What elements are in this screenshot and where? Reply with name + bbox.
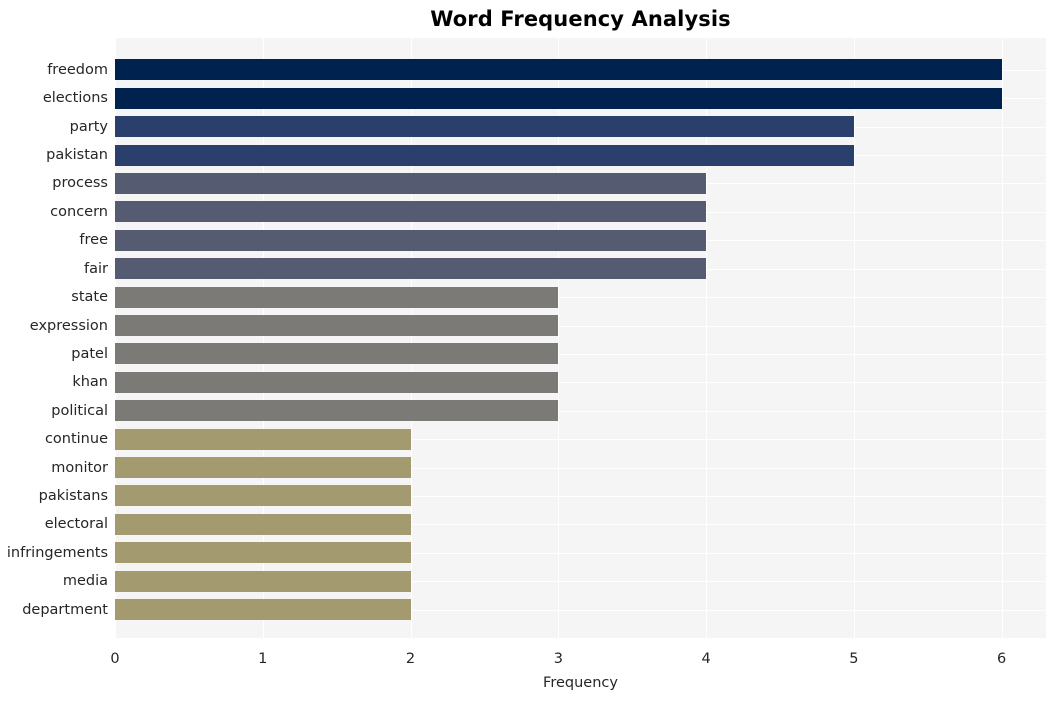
- y-tick-label-party: party: [69, 119, 108, 135]
- x-tick-label-1: 1: [258, 651, 268, 667]
- bar-khan[interactable]: [115, 372, 558, 393]
- bar-freedom[interactable]: [115, 59, 1002, 80]
- x-gridline: [1001, 38, 1003, 638]
- y-tick-label-infringements: infringements: [6, 545, 108, 561]
- bar-process[interactable]: [115, 173, 706, 194]
- y-tick-label-concern: concern: [50, 204, 108, 220]
- chart-title: Word Frequency Analysis: [430, 7, 731, 31]
- plot-area: [115, 38, 1046, 638]
- x-tick-label-6: 6: [997, 651, 1007, 667]
- y-tick-label-media: media: [62, 573, 108, 589]
- bar-concern[interactable]: [115, 201, 706, 222]
- y-axis: freedom elections party pakistan process conc…: [0, 38, 108, 638]
- y-tick-label-political: political: [51, 403, 108, 419]
- bar-expression[interactable]: [115, 315, 558, 336]
- bar-pakistans[interactable]: [115, 485, 411, 506]
- y-tick-label-free: free: [79, 232, 108, 248]
- y-tick-label-monitor: monitor: [51, 460, 108, 476]
- y-tick-label-patel: patel: [71, 346, 108, 362]
- x-tick-label-2: 2: [405, 651, 416, 667]
- y-tick-label-state: state: [71, 289, 108, 305]
- bar-political[interactable]: [115, 400, 558, 421]
- bar-pakistan[interactable]: [115, 145, 854, 166]
- y-tick-label-freedom: freedom: [47, 62, 108, 78]
- bar-patel[interactable]: [115, 343, 558, 364]
- y-tick-label-pakistan: pakistan: [46, 147, 108, 163]
- bar-continue[interactable]: [115, 429, 411, 450]
- y-tick-label-elections: elections: [42, 90, 108, 106]
- x-tick-label-3: 3: [553, 651, 563, 667]
- chart-figure: Word Frequency Analysis freedom elections…: [0, 0, 1054, 701]
- y-tick-label-electoral: electoral: [44, 516, 108, 532]
- bar-monitor[interactable]: [115, 457, 411, 478]
- y-tick-label-khan: khan: [72, 374, 108, 390]
- bar-free[interactable]: [115, 230, 706, 251]
- x-tick-label-0: 0: [110, 651, 120, 667]
- x-tick-label-5: 5: [849, 651, 859, 667]
- y-tick-label-continue: continue: [44, 431, 108, 447]
- x-tick-label-4: 4: [701, 651, 711, 667]
- x-axis: 0 1 2 3 4 5 6: [110, 638, 1046, 668]
- bar-infringements[interactable]: [115, 542, 411, 563]
- bar-media[interactable]: [115, 571, 411, 592]
- x-gridline: [853, 38, 855, 638]
- bar-department[interactable]: [115, 599, 411, 620]
- bar-electoral[interactable]: [115, 514, 411, 535]
- bar-state[interactable]: [115, 287, 558, 308]
- y-tick-label-department: department: [22, 602, 108, 618]
- y-tick-label-expression: expression: [29, 318, 108, 334]
- bar-fair[interactable]: [115, 258, 706, 279]
- y-tick-label-pakistans: pakistans: [38, 488, 108, 504]
- bar-elections[interactable]: [115, 88, 1002, 109]
- y-tick-label-process: process: [52, 175, 108, 191]
- x-axis-label: Frequency: [543, 675, 618, 691]
- y-tick-label-fair: fair: [84, 261, 108, 277]
- bar-party[interactable]: [115, 116, 854, 137]
